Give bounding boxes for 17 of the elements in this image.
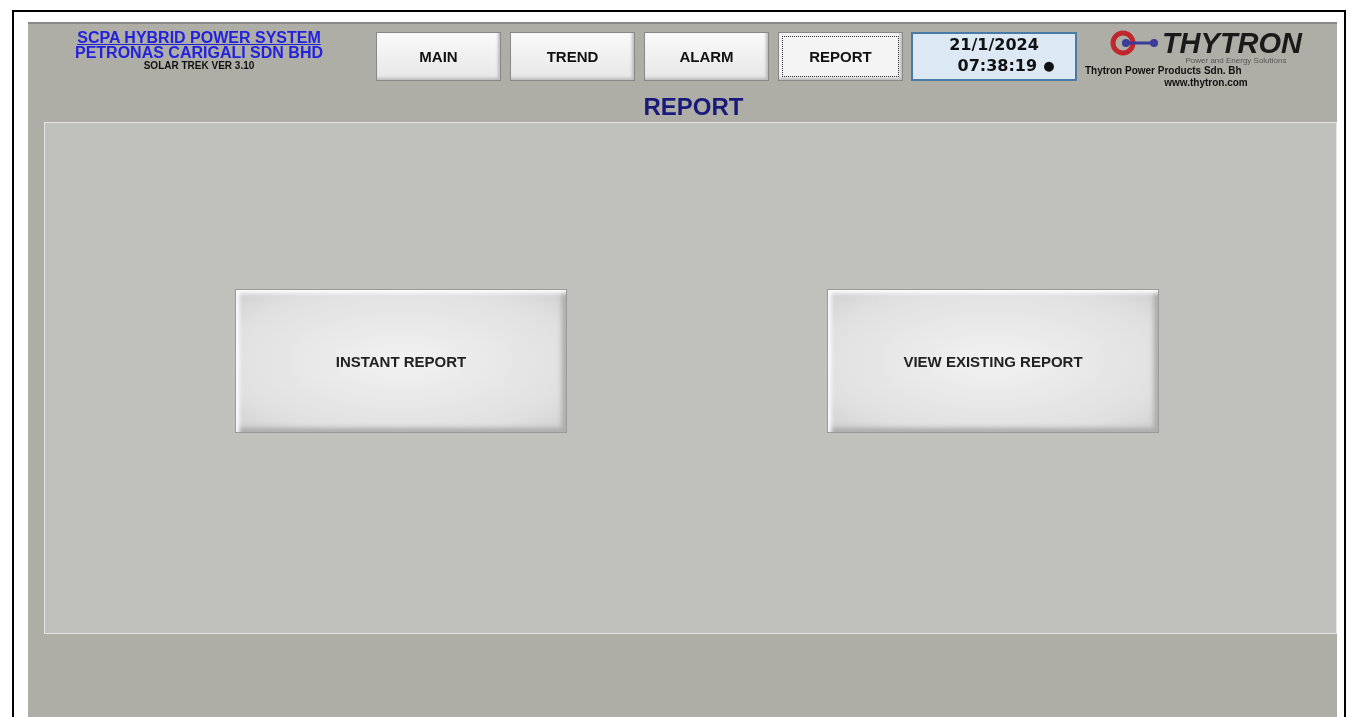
brand-name: THYTRON <box>1161 30 1303 56</box>
system-title: SCPA HYBRID POWER SYSTEM <box>77 30 321 45</box>
page-title: REPORT <box>643 92 744 122</box>
version-label: SOLAR TREK VER 3.10 <box>143 60 255 72</box>
clock-date: 21/1/2024 <box>949 34 1039 56</box>
vendor-website: www.thytron.com <box>1164 77 1248 88</box>
company-name: PETRONAS CARIGALI SDN BHD <box>75 45 323 60</box>
nav-tab[interactable]: MAIN <box>376 32 501 81</box>
status-indicator: ● <box>1043 57 1055 75</box>
clock-time: 07:38:19 <box>957 56 1038 76</box>
nav-tab[interactable]: ALARM <box>644 32 769 81</box>
report-button[interactable]: INSTANT REPORT <box>235 289 567 433</box>
report-button[interactable]: VIEW EXISTING REPORT <box>827 289 1159 433</box>
brand-tagline: Power and Energy Solutions <box>1185 56 1287 65</box>
vendor-name: Thytron Power Products Sdn. Bh <box>1085 65 1242 77</box>
nav-tab[interactable]: REPORT <box>778 32 903 81</box>
nav-tab[interactable]: TREND <box>510 32 635 81</box>
